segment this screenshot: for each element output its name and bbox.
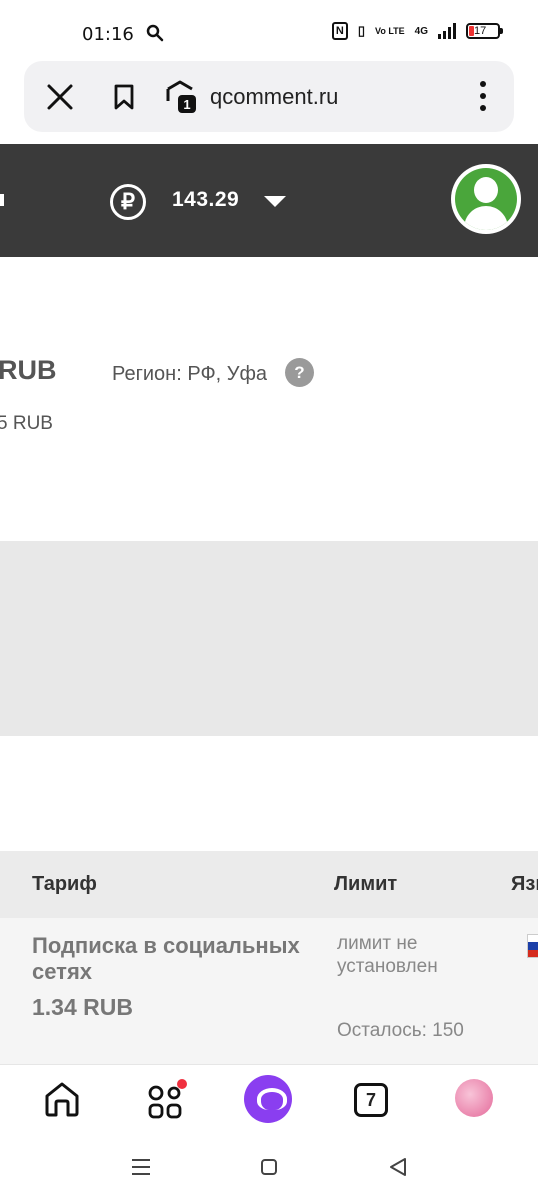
price-fragment: 5 RUB — [0, 413, 53, 434]
signal-icon — [438, 23, 456, 39]
system-navigation-bar — [0, 1136, 538, 1200]
apps-icon[interactable] — [148, 1085, 184, 1121]
battery-level: 17 — [474, 25, 487, 37]
avatar[interactable] — [451, 164, 521, 234]
volte-icon: Vo LTE — [374, 25, 405, 36]
status-bar: 01:16 N ▯ Vo LTE 4G 17 — [0, 0, 538, 62]
close-icon[interactable] — [46, 83, 74, 111]
bookmark-icon[interactable] — [112, 83, 136, 111]
status-indicators: N ▯ Vo LTE 4G 17 — [331, 22, 503, 40]
balance-amount[interactable]: 143.29 — [172, 188, 239, 212]
search-icon — [146, 24, 164, 42]
chevron-down-icon[interactable] — [264, 196, 286, 207]
russia-flag-icon — [527, 934, 538, 958]
limit-value: лимит не установлен — [337, 933, 438, 977]
battery-icon: 17 — [466, 23, 503, 39]
status-time: 01:16 — [82, 24, 134, 45]
content-placeholder — [0, 541, 538, 736]
notification-dot-icon — [177, 1079, 187, 1089]
recent-apps-icon[interactable] — [131, 1158, 151, 1176]
tab-badge: 1 — [183, 97, 190, 112]
vibrate-icon: ▯ — [357, 23, 365, 38]
ruble-icon: ₽ — [110, 184, 146, 220]
network-type: 4G — [414, 25, 428, 37]
tariff-price: 1.34 RUB — [32, 994, 133, 1020]
back-icon[interactable] — [388, 1157, 408, 1177]
tabs-count-button[interactable]: 7 — [354, 1083, 388, 1117]
home-button-icon[interactable] — [260, 1158, 278, 1176]
nfc-icon: N — [331, 22, 348, 40]
profile-avatar[interactable] — [455, 1079, 493, 1117]
menu-icon[interactable] — [480, 81, 486, 111]
url-text[interactable]: qcomment.ru — [210, 84, 338, 110]
home-icon[interactable] — [42, 1079, 82, 1119]
table-header: Тариф Лимит Язы — [0, 851, 538, 918]
browser-bottom-nav: 7 — [0, 1064, 538, 1136]
balance-currency-fragment: RUB — [0, 355, 57, 385]
table-row[interactable]: Подписка в социальных сетях 1.34 RUB лим… — [0, 918, 538, 1064]
column-header-limit: Лимит — [334, 873, 398, 895]
user-icon — [455, 168, 517, 230]
remaining-count: Осталось: 150 — [337, 1020, 464, 1041]
region-label: Регион: РФ, Уфа — [112, 363, 268, 385]
column-header-tariff: Тариф — [32, 873, 97, 895]
help-icon[interactable]: ? — [285, 358, 314, 387]
browser-url-bar: 1 qcomment.ru — [24, 61, 514, 132]
assistant-icon[interactable] — [244, 1075, 292, 1123]
column-header-language: Язы — [511, 873, 538, 895]
site-protection-icon[interactable]: 1 — [164, 79, 200, 120]
tariff-name: Подписка в социальных сетях — [32, 933, 300, 984]
menu-edge[interactable] — [0, 194, 4, 206]
